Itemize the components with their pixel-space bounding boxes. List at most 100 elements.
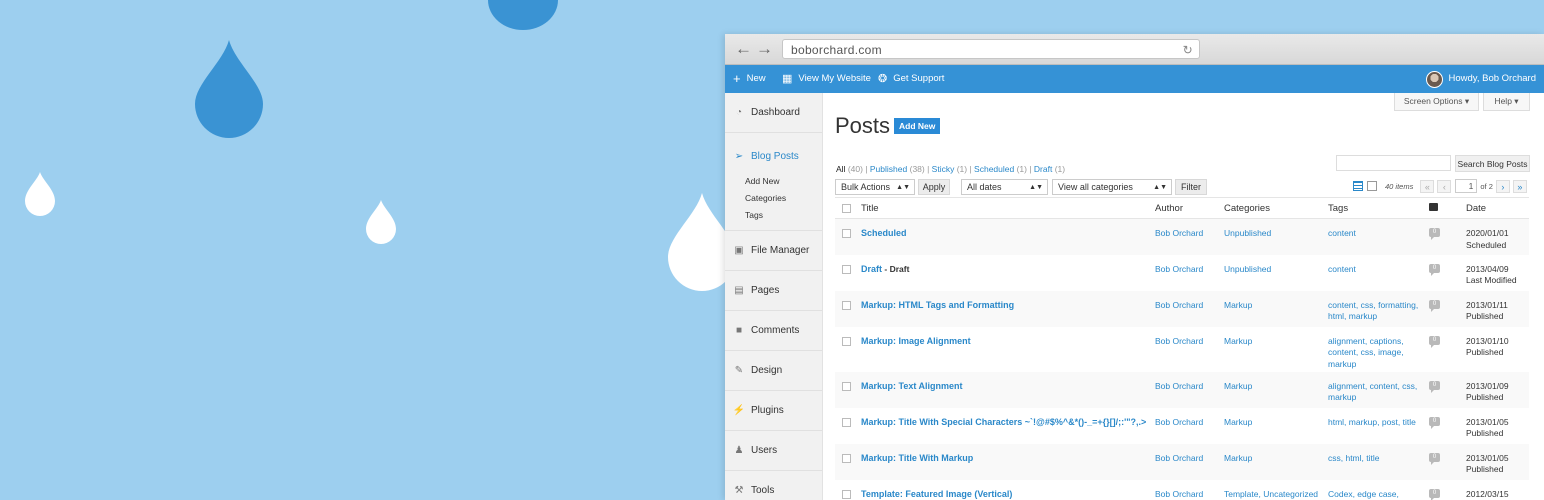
post-categories[interactable]: Markup (1224, 443, 1328, 480)
post-categories[interactable]: Markup (1224, 408, 1328, 444)
post-author-link[interactable]: Bob Orchard (1155, 290, 1224, 327)
excerpt-view-icon[interactable] (1367, 181, 1377, 191)
next-page-button[interactable]: › (1495, 179, 1510, 193)
screen-options-button[interactable]: Screen Options ▾ (1394, 93, 1479, 111)
post-title-link[interactable]: Markup: Image Alignment (861, 336, 971, 346)
tags-line[interactable]: content (1328, 264, 1426, 276)
submenu-add-new[interactable]: Add New (745, 173, 822, 190)
select-all-checkbox[interactable] (842, 204, 851, 213)
comment-count-bubble-icon[interactable]: 0 (1429, 228, 1440, 240)
post-date-value: 2020/01/01 (1466, 228, 1509, 238)
post-categories[interactable]: Unpublished (1224, 255, 1328, 291)
select-arrows-icon: ▲▼ (1029, 184, 1043, 191)
search-posts-button[interactable]: Search Blog Posts (1455, 155, 1530, 172)
filter-draft[interactable]: Draft (1034, 164, 1052, 174)
sidebar-item-users[interactable]: ♟ Users (725, 431, 822, 471)
row-checkbox[interactable] (842, 264, 851, 274)
dates-select[interactable]: All dates ▲▼ (961, 179, 1048, 195)
post-categories[interactable]: Markup (1224, 327, 1328, 372)
row-checkbox[interactable] (842, 381, 851, 391)
tags-line[interactable]: Codex, edge case, (1328, 489, 1426, 500)
post-title-link[interactable]: Markup: Text Alignment (861, 381, 963, 391)
sidebar-item-file-manager[interactable]: ▣ File Manager (725, 231, 822, 271)
post-categories[interactable]: Unpublished (1224, 218, 1328, 255)
comment-count-bubble-icon[interactable]: 0 (1429, 335, 1440, 348)
tags-line[interactable]: alignment, captions, (1328, 336, 1426, 348)
post-title-link[interactable]: Scheduled (861, 228, 907, 238)
get-support-link[interactable]: ❂ Get Support (878, 65, 944, 93)
comment-count-bubble-icon[interactable]: 0 (1429, 488, 1440, 500)
post-title-link[interactable]: Markup: HTML Tags and Formatting (861, 300, 1014, 310)
address-bar[interactable]: boborchard.com ↻ (782, 39, 1200, 59)
last-page-button[interactable]: » (1512, 179, 1527, 193)
reload-icon[interactable]: ↻ (1183, 40, 1193, 60)
categories-select[interactable]: View all categories ▲▼ (1052, 179, 1172, 195)
post-title-link[interactable]: Draft (861, 264, 882, 274)
row-checkbox[interactable] (842, 417, 851, 427)
row-checkbox[interactable] (842, 300, 851, 310)
column-date[interactable]: Date (1466, 197, 1529, 219)
current-page-input[interactable]: 1 (1455, 179, 1478, 193)
post-author-link[interactable]: Bob Orchard (1155, 327, 1224, 372)
comment-count-bubble-icon[interactable]: 0 (1429, 299, 1440, 312)
sidebar-item-comments[interactable]: ■ Comments (725, 311, 822, 351)
row-checkbox[interactable] (842, 489, 851, 499)
view-site-link[interactable]: ▦ View My Website (782, 65, 871, 93)
tags-line[interactable]: content, css, formatting, (1328, 300, 1426, 312)
filter-all[interactable]: All (836, 164, 845, 174)
filter-published[interactable]: Published (870, 164, 907, 174)
search-input[interactable] (1336, 155, 1451, 171)
tags-line[interactable]: html, markup, post, title (1328, 417, 1426, 429)
sidebar-item-dashboard[interactable]: ◔ Dashboard (725, 93, 822, 133)
post-title-link[interactable]: Markup: Title With Markup (861, 453, 973, 463)
sidebar-item-tools[interactable]: ⚒ Tools (725, 471, 822, 500)
filter-scheduled[interactable]: Scheduled (974, 164, 1014, 174)
tags-line[interactable]: content, css, image, (1328, 347, 1426, 359)
tags-line[interactable]: alignment, content, css, (1328, 381, 1426, 393)
post-author-link[interactable]: Bob Orchard (1155, 480, 1224, 500)
post-author-link[interactable]: Bob Orchard (1155, 443, 1224, 480)
submenu-categories[interactable]: Categories (745, 190, 822, 207)
submenu-tags[interactable]: Tags (745, 207, 822, 224)
row-checkbox[interactable] (842, 229, 851, 238)
tags-line[interactable]: html, markup (1328, 311, 1426, 323)
comments-column-icon[interactable] (1429, 202, 1438, 211)
list-view-icon[interactable] (1353, 181, 1363, 191)
account-menu[interactable]: Howdy, Bob Orchard (1425, 65, 1536, 93)
sidebar-item-blog-posts[interactable]: ➢ Blog Posts (725, 139, 822, 173)
comment-count-bubble-icon[interactable]: 0 (1429, 452, 1440, 465)
tags-line[interactable]: css, html, title (1328, 453, 1426, 465)
dashboard-icon: ◔ (735, 107, 743, 118)
post-author-link[interactable]: Bob Orchard (1155, 255, 1224, 291)
row-checkbox[interactable] (842, 453, 851, 463)
apply-button[interactable]: Apply (918, 179, 950, 195)
post-categories[interactable]: Markup (1224, 371, 1328, 408)
post-author-link[interactable]: Bob Orchard (1155, 408, 1224, 444)
forward-arrow-icon[interactable]: → (756, 40, 773, 57)
column-title[interactable]: Title (861, 197, 1155, 219)
post-author-link[interactable]: Bob Orchard (1155, 371, 1224, 408)
sidebar-item-plugins[interactable]: ⚡ Plugins (725, 391, 822, 431)
tags-line[interactable]: markup (1328, 359, 1426, 371)
comment-count-bubble-icon[interactable]: 0 (1429, 380, 1440, 393)
tags-line[interactable]: content (1328, 228, 1426, 240)
comment-count-bubble-icon[interactable]: 0 (1429, 263, 1440, 276)
new-menu[interactable]: + New (733, 65, 766, 93)
post-title-link[interactable]: Markup: Title With Special Characters ~`… (861, 417, 1146, 427)
post-date-value: 2013/01/10 (1466, 335, 1509, 346)
help-button[interactable]: Help ▾ (1483, 93, 1530, 111)
sidebar-item-design[interactable]: ✎ Design (725, 351, 822, 391)
post-title-link[interactable]: Template: Featured Image (Vertical) (861, 489, 1012, 499)
comment-count-bubble-icon[interactable]: 0 (1429, 416, 1440, 429)
add-new-button[interactable]: Add New (894, 118, 941, 134)
bulk-actions-select[interactable]: Bulk Actions ▲▼ (835, 179, 915, 195)
post-author-link[interactable]: Bob Orchard (1155, 218, 1224, 255)
back-arrow-icon[interactable]: ← (735, 40, 752, 57)
post-categories[interactable]: Template, Uncategorized (1224, 480, 1328, 500)
post-categories[interactable]: Markup (1224, 290, 1328, 327)
row-checkbox[interactable] (842, 336, 851, 346)
filter-button[interactable]: Filter (1175, 179, 1207, 195)
sidebar-item-pages[interactable]: ▤ Pages (725, 271, 822, 311)
filter-sticky[interactable]: Sticky (932, 164, 955, 174)
tags-line[interactable]: markup (1328, 392, 1426, 404)
